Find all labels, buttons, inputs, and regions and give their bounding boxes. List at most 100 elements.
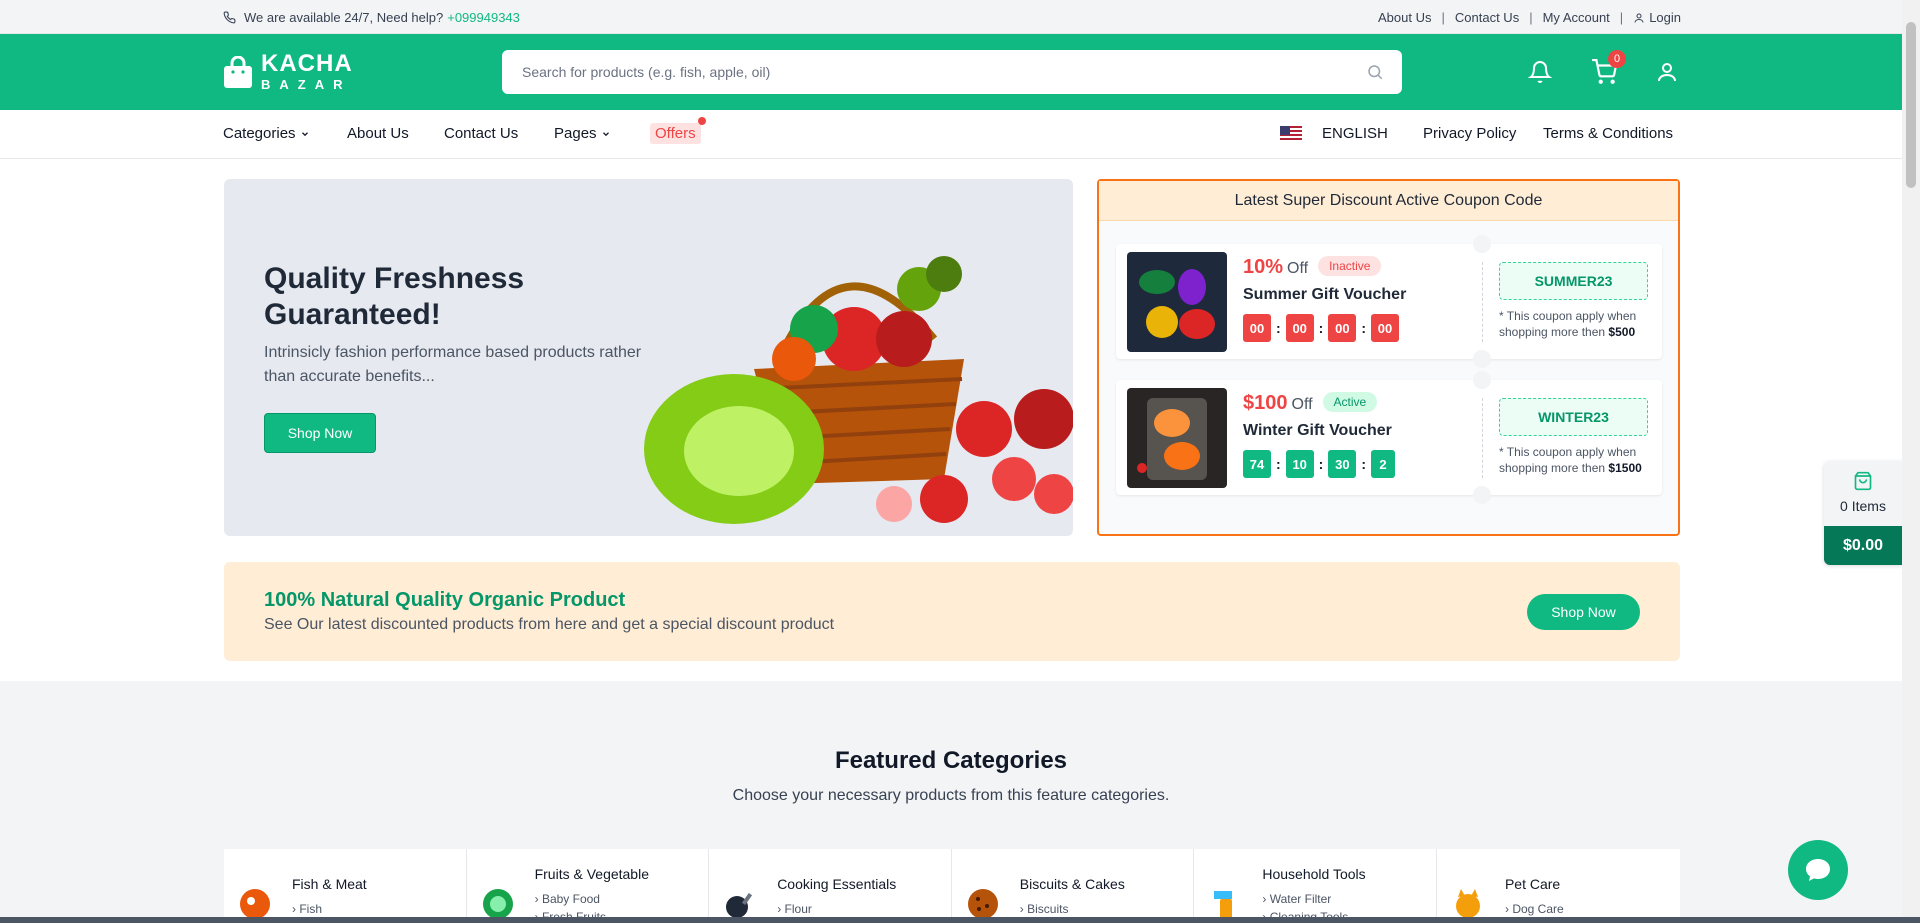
countdown-timer: 74: 10: 30: 2 <box>1243 450 1396 478</box>
category-card[interactable]: Fruits & Vegetable › Baby Food › Fresh F… <box>466 849 710 923</box>
cat-icon <box>1455 889 1480 918</box>
ticket-notch <box>1473 235 1491 253</box>
logo-line2: BAZAR <box>261 77 352 92</box>
coupon-image <box>1127 388 1227 488</box>
nav-terms[interactable]: Terms & Conditions <box>1543 125 1673 142</box>
top-link-contact[interactable]: Contact Us <box>1455 10 1519 25</box>
search-bar <box>502 50 1402 94</box>
logo-line1: KACHA <box>261 50 353 77</box>
shopping-bag-icon <box>1854 471 1872 491</box>
top-link-about[interactable]: About Us <box>1378 10 1431 25</box>
hero-title: Quality Freshness Guaranteed! <box>264 262 525 331</box>
timer-colon: : <box>1318 456 1324 472</box>
floating-cart[interactable]: 0 Items $0.00 <box>1824 461 1902 565</box>
ticket-notch <box>1473 486 1491 504</box>
chevron-down-icon <box>301 131 308 136</box>
category-card[interactable]: Biscuits & Cakes › Biscuits <box>951 849 1195 923</box>
category-name: Household Tools <box>1262 866 1366 882</box>
timer-days: 00 <box>1243 314 1271 342</box>
sub-label: Fish <box>299 902 323 916</box>
category-card[interactable]: Cooking Essentials › Flour <box>709 849 952 923</box>
timer-colon: : <box>1361 456 1367 472</box>
organic-subtitle: See Our latest discounted products from … <box>264 616 835 633</box>
chat-button[interactable] <box>1788 840 1848 900</box>
us-flag-icon <box>1280 125 1302 142</box>
category-sub-item[interactable]: › Flour <box>777 902 812 916</box>
category-card[interactable]: Household Tools › Water Filter › Cleanin… <box>1194 849 1437 923</box>
nav-contact-label: Contact Us <box>444 125 519 142</box>
vertical-scrollbar[interactable] <box>1902 0 1920 923</box>
organic-promo-banner: 100% Natural Quality Organic Product See… <box>224 562 1680 661</box>
coupon-divider <box>1482 262 1483 342</box>
search-icon[interactable] <box>1366 63 1384 81</box>
coupon-panel: Latest Super Discount Active Coupon Code… <box>1097 179 1680 536</box>
scrollbar-thumb[interactable] <box>1906 22 1916 188</box>
nav-offers[interactable]: Offers <box>650 117 706 144</box>
organic-shop-now-button[interactable]: Shop Now <box>1527 594 1640 630</box>
nav-about[interactable]: About Us <box>347 125 409 142</box>
support-info: We are available 24/7, Need help? +09994… <box>223 10 520 25</box>
top-info-bar: We are available 24/7, Need help? +09994… <box>0 0 1902 34</box>
coupon-code[interactable]: WINTER23 <box>1499 398 1648 436</box>
category-sub-item[interactable]: › Baby Food <box>535 892 600 906</box>
nav-categories-label: Categories <box>223 125 296 142</box>
offers-dot <box>697 117 706 125</box>
user-icon <box>1658 63 1676 82</box>
coupon-min-amount: $1500 <box>1608 461 1642 475</box>
login-label: Login <box>1649 10 1681 25</box>
nav-contact[interactable]: Contact Us <box>444 125 518 142</box>
cart-count-badge: 0 <box>1608 50 1626 68</box>
nav-pages[interactable]: Pages <box>554 125 611 142</box>
category-name: Biscuits & Cakes <box>1019 876 1125 892</box>
support-phone[interactable]: +099949343 <box>447 10 520 25</box>
separator: | <box>1529 10 1533 25</box>
category-card[interactable]: Pet Care › Dog Care <box>1436 849 1680 923</box>
language-selector[interactable]: ENGLISH <box>1280 125 1388 142</box>
category-sub-item[interactable]: › Fish <box>292 902 322 916</box>
phone-icon <box>223 11 236 24</box>
main-header: KACHA BAZAR 0 <box>0 34 1902 110</box>
coupon-min-amount: $500 <box>1608 325 1636 339</box>
timer-colon: : <box>1276 456 1281 472</box>
chevron-down-icon <box>602 131 609 136</box>
nav-terms-label: Terms & Conditions <box>1543 125 1674 142</box>
hero-description: Intrinsicly fashion performance based pr… <box>264 344 642 385</box>
separator: | <box>1619 10 1624 25</box>
category-sub-item[interactable]: › Dog Care <box>1505 902 1564 916</box>
sub-label: Biscuits <box>1027 902 1069 916</box>
cart-button[interactable]: 0 <box>1588 50 1626 88</box>
shopping-bag-logo-icon <box>224 55 252 88</box>
coupon-divider <box>1482 398 1483 478</box>
coupon-discount: $100 Off Active <box>1243 392 1378 415</box>
login-link[interactable]: Login <box>1633 10 1681 25</box>
coupon-code[interactable]: SUMMER23 <box>1499 262 1648 300</box>
coupon-amount: $100 <box>1243 392 1288 414</box>
logo[interactable]: KACHA BAZAR <box>223 52 353 91</box>
coupon-card: 10% Off Inactive Summer Gift Voucher 00:… <box>1116 235 1662 368</box>
top-link-account[interactable]: My Account <box>1543 10 1610 25</box>
category-name: Pet Care <box>1504 876 1561 892</box>
help-text: We are available 24/7, Need help? <box>244 10 444 25</box>
coupon-note: * This coupon apply when shopping more t… <box>1499 308 1649 340</box>
hero-shop-now-button[interactable]: Shop Now <box>264 413 376 453</box>
search-input[interactable] <box>502 50 1362 94</box>
timer-colon: : <box>1276 320 1281 336</box>
nav-privacy[interactable]: Privacy Policy <box>1423 125 1516 142</box>
hero-banner: Quality Freshness Guaranteed! Intrinsicl… <box>224 179 1073 536</box>
coupon-off: Off <box>1291 396 1313 413</box>
peppers-image <box>1127 252 1227 352</box>
offers-text: Offers <box>655 125 696 142</box>
nav-categories[interactable]: Categories <box>223 125 310 142</box>
language-label: ENGLISH <box>1322 125 1388 142</box>
nav-offers-label: Offers <box>650 117 706 144</box>
category-sub-item[interactable]: › Biscuits <box>1020 902 1069 916</box>
category-card[interactable]: Fish & Meat › Fish <box>224 849 467 923</box>
ticket-notch <box>1473 371 1491 389</box>
category-sub-item[interactable]: › Water Filter <box>1262 892 1331 906</box>
user-icon <box>1634 13 1644 23</box>
account-button[interactable] <box>1651 56 1683 88</box>
timer-seconds: 2 <box>1371 450 1396 478</box>
salmon-image <box>1127 388 1227 488</box>
timer-hours: 00 <box>1285 314 1314 342</box>
notification-button[interactable] <box>1524 56 1556 88</box>
